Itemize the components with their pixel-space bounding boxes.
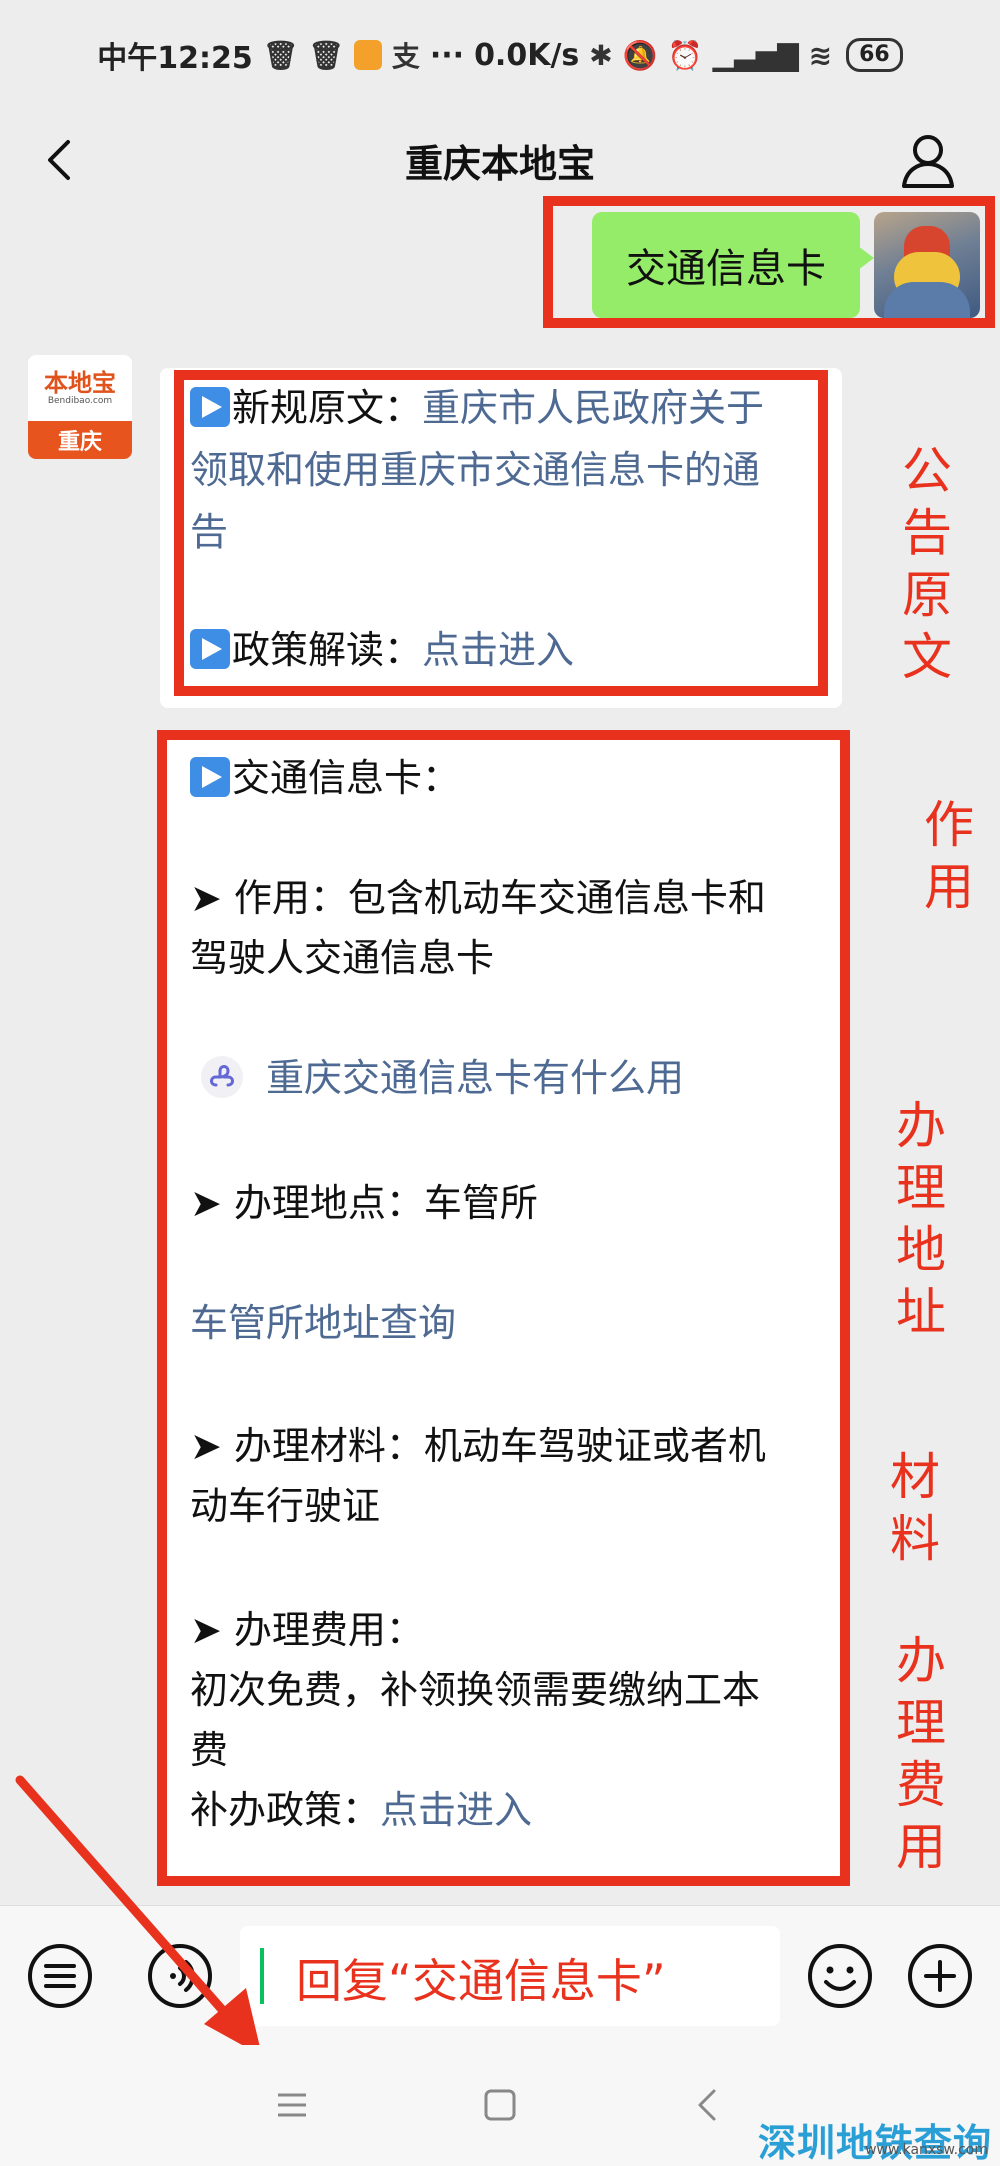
mini-program-link-row[interactable]: 重庆交通信息卡有什么用: [200, 1050, 684, 1106]
watermark-url: www.kanxsw.com: [865, 2142, 988, 2158]
annotation-usage: 作用: [924, 796, 974, 916]
watermark: 深圳地铁查询 www.kanxsw.com: [758, 2112, 992, 2166]
play-icon: [190, 629, 230, 669]
usage-line: ➤ 作用：包含机动车交通信息卡和: [190, 876, 766, 920]
announcement-link-cont[interactable]: 领取和使用重庆市交通信息卡的通: [190, 442, 760, 498]
mute-bell-icon: 🔕: [622, 38, 658, 72]
policy-interpretation-line: 政策解读：点击进入: [190, 622, 574, 678]
annotation-address: 办理地址: [896, 1097, 946, 1341]
reissue-policy-link[interactable]: 点击进入: [380, 1788, 532, 1832]
play-icon: [190, 757, 230, 797]
location-line: ➤ 办理地点：车管所: [190, 1181, 538, 1225]
avatar-city: 重庆: [28, 421, 132, 459]
network-speed: 0.0K/s: [474, 37, 580, 73]
annotation-announcement: 公告原文: [902, 442, 952, 686]
nav-home-button[interactable]: [480, 2085, 520, 2125]
emoji-button[interactable]: [806, 1942, 874, 2010]
chat-header: 重庆本地宝: [0, 110, 1000, 210]
materials-line: ➤ 办理材料：机动车驾驶证或者机: [190, 1424, 766, 1468]
status-time: 中午12:25: [97, 41, 253, 76]
red-arrow-annotation: [15, 1775, 262, 2056]
nav-menu-button[interactable]: [272, 2085, 312, 2125]
more-dots: ···: [429, 37, 465, 73]
announcement-link-cont[interactable]: 告: [190, 504, 228, 560]
status-bar: 中午12:25 🗑 🗑 支 ··· 0.0K/s ✱ 🔕 ⏰ ▁▃▅▇ ≋ 66: [0, 0, 1000, 110]
plus-icon: [908, 1944, 972, 2008]
shield-app-icon: [353, 40, 382, 70]
trash-icon: 🗑: [262, 38, 299, 72]
back-button[interactable]: [30, 130, 90, 190]
card-heading: 交通信息卡：: [190, 750, 460, 806]
page-title: 重庆本地宝: [404, 141, 595, 186]
announcement-link[interactable]: 重庆市人民政府关于: [422, 386, 764, 430]
policy-interpretation-link[interactable]: 点击进入: [422, 628, 574, 672]
play-icon: [190, 387, 230, 427]
avatar-brand: 本地宝: [44, 369, 116, 397]
usage-line: 驾驶人交通信息卡: [190, 936, 495, 980]
hamburger-icon: [278, 2093, 306, 2117]
emoji-icon: [808, 1944, 872, 2008]
bluetooth-icon: ✱: [589, 38, 613, 72]
official-account-avatar[interactable]: 本地宝 Bendibao.com 重庆: [28, 355, 132, 459]
battery-indicator: 66: [846, 38, 903, 72]
profile-button[interactable]: [896, 128, 960, 192]
materials-line: 动车行驶证: [190, 1484, 381, 1528]
alarm-icon: ⏰: [667, 38, 703, 72]
fee-line: ➤ 办理费用：: [190, 1608, 424, 1652]
trash-icon: 🗑: [308, 38, 344, 72]
reply-hint-text: 回复“交通信息卡”: [296, 1954, 666, 2008]
chevron-left-icon: [48, 140, 70, 180]
person-icon: [902, 135, 954, 188]
wifi-icon: ≋: [808, 38, 833, 72]
mini-program-icon: [201, 1056, 243, 1098]
dmv-address-link[interactable]: 车管所地址查询: [190, 1295, 456, 1351]
chevron-left-icon: [698, 2089, 716, 2121]
highlight-box-outgoing: [543, 196, 995, 328]
annotation-materials: 材料: [890, 1448, 940, 1568]
avatar-domain: Bendibao.com: [47, 396, 113, 406]
mini-program-link[interactable]: 重庆交通信息卡有什么用: [266, 1056, 684, 1100]
more-button[interactable]: [906, 1942, 974, 2010]
alipay-icon: 支: [391, 40, 420, 73]
annotation-fee: 办理费用: [896, 1632, 946, 1876]
signal-icon: ▁▃▅▇: [712, 38, 799, 72]
fee-line: 初次免费，补领换领需要缴纳工本: [190, 1668, 761, 1712]
nav-back-button[interactable]: [688, 2085, 728, 2125]
square-home-icon: [484, 2089, 516, 2121]
announcement-line: 新规原文：重庆市人民政府关于: [190, 380, 764, 436]
